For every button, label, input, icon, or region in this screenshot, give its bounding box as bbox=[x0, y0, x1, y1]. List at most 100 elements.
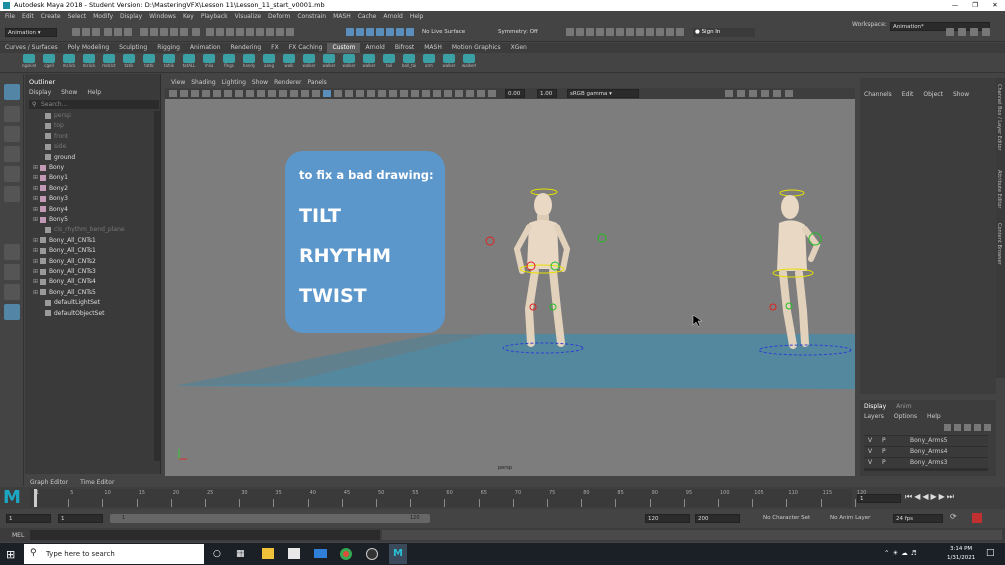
shelf-tab[interactable]: Animation bbox=[185, 43, 226, 53]
windows-start-icon[interactable]: ⊞ bbox=[6, 548, 15, 561]
playback-start-field[interactable]: 1 bbox=[58, 514, 103, 523]
playback-controls[interactable]: ⏮◀◀▶▶⏭ bbox=[905, 492, 1000, 502]
scale-tool-icon[interactable] bbox=[4, 186, 20, 202]
start-frame-field[interactable]: 1 bbox=[6, 514, 51, 523]
layer-action-icon[interactable] bbox=[974, 424, 981, 431]
layout-single-icon[interactable] bbox=[4, 244, 20, 260]
viewport-tool-icon[interactable] bbox=[422, 90, 430, 97]
menu-file[interactable]: File bbox=[5, 13, 15, 20]
expand-plus-icon[interactable]: ⊞ bbox=[33, 174, 40, 181]
toolbar-tool-icon[interactable] bbox=[114, 28, 122, 36]
shelf-button[interactable]: mclick bbox=[82, 54, 96, 72]
character-bony-side[interactable] bbox=[758, 189, 852, 356]
shelf-button[interactable]: flngs bbox=[222, 54, 236, 72]
viewport-tool-icon[interactable] bbox=[246, 90, 254, 97]
expand-plus-icon[interactable]: ⊞ bbox=[33, 289, 40, 296]
menu-select[interactable]: Select bbox=[68, 13, 87, 20]
outliner-item[interactable]: ⊞ Bony3 bbox=[25, 194, 153, 204]
menu-modify[interactable]: Modify bbox=[93, 13, 113, 20]
viewport-tool-icon[interactable] bbox=[466, 90, 474, 97]
menu-edit[interactable]: Edit bbox=[22, 13, 34, 20]
toolbar-tool-icon[interactable] bbox=[124, 28, 132, 36]
viewport-tool-icon[interactable] bbox=[455, 90, 463, 97]
shelf-tab[interactable]: Arnold bbox=[360, 43, 389, 53]
shelf-tab[interactable]: Poly Modeling bbox=[63, 43, 115, 53]
lasso-tool-icon[interactable] bbox=[4, 106, 20, 122]
shelf-button[interactable]: mdclct bbox=[102, 54, 116, 72]
shelf-button[interactable]: walker bbox=[322, 54, 336, 72]
side-tab-content-browser[interactable]: Content Browser bbox=[996, 223, 1002, 265]
layer-row[interactable]: V P Bony_Arms5 bbox=[864, 436, 988, 446]
viewport-tool-icon[interactable] bbox=[773, 90, 781, 97]
toolbar-tool-icon[interactable] bbox=[576, 28, 584, 36]
toolbar-tool-icon[interactable] bbox=[180, 28, 188, 36]
store-icon[interactable] bbox=[288, 548, 300, 559]
viewport-tool-icon[interactable] bbox=[169, 90, 177, 97]
menu-help[interactable]: Help bbox=[410, 13, 424, 20]
expand-plus-icon[interactable]: ⊞ bbox=[33, 237, 40, 244]
menu-display[interactable]: Display bbox=[120, 13, 142, 20]
viewport-tool-icon[interactable] bbox=[785, 90, 793, 97]
shelf-tab[interactable]: FX bbox=[266, 43, 284, 53]
paint-tool-icon[interactable] bbox=[4, 126, 20, 142]
expand-plus-icon[interactable]: ⊞ bbox=[33, 195, 40, 202]
outliner-item[interactable]: ground bbox=[25, 153, 153, 163]
viewport-tool-icon[interactable] bbox=[279, 90, 287, 97]
layer-playback-toggle[interactable]: P bbox=[882, 458, 886, 468]
layer-menu-item[interactable]: Layers bbox=[864, 413, 884, 420]
toolbar-tool-icon[interactable] bbox=[676, 28, 684, 36]
shelf-button[interactable]: walker bbox=[302, 54, 316, 72]
end-frame-field[interactable]: 200 bbox=[695, 514, 740, 523]
fps-dropdown[interactable]: 24 fps bbox=[893, 514, 943, 523]
toolbar-tool-icon[interactable] bbox=[276, 28, 284, 36]
taskbar-search[interactable]: Type here to search bbox=[24, 544, 204, 564]
chrome-icon[interactable] bbox=[340, 548, 352, 560]
symmetry-field[interactable]: Symmetry: Off bbox=[496, 28, 551, 37]
toolbar-tool-icon[interactable] bbox=[160, 28, 168, 36]
viewport-tool-icon[interactable] bbox=[444, 90, 452, 97]
shelf-button[interactable]: tattk bbox=[142, 54, 156, 72]
select-tool-icon[interactable] bbox=[4, 84, 20, 100]
current-frame-marker[interactable] bbox=[34, 489, 37, 507]
shelf-button[interactable]: walk bbox=[282, 54, 296, 72]
outliner-item[interactable]: ⊞ Bony2 bbox=[25, 184, 153, 194]
toolbar-tool-icon[interactable] bbox=[266, 28, 274, 36]
minimize-icon[interactable]: — bbox=[945, 0, 965, 11]
viewport-tool-icon[interactable] bbox=[737, 90, 745, 97]
range-bar[interactable]: 1 120 bbox=[110, 514, 430, 523]
viewport-tool-icon[interactable] bbox=[345, 90, 353, 97]
toolbar-tool-icon[interactable] bbox=[566, 28, 574, 36]
playback-end-field[interactable]: 120 bbox=[645, 514, 690, 523]
toolbar-tool-icon[interactable] bbox=[406, 28, 414, 36]
toolbar-tool-icon[interactable] bbox=[236, 28, 244, 36]
shelf-tab[interactable]: FX Caching bbox=[284, 43, 328, 53]
shelf-tab[interactable]: Rigging bbox=[152, 43, 185, 53]
outliner-item[interactable]: persp bbox=[25, 111, 153, 121]
timeline-track[interactable]: 1 5 10 15 20 25 30 35 40 45 50 55 60 65 70 75 80 85 90 95 10… bbox=[30, 489, 866, 507]
layer-menu-item[interactable]: Help bbox=[927, 413, 941, 420]
clock-time[interactable]: 3:14 PM bbox=[950, 546, 972, 552]
toolbar-tool-icon[interactable] bbox=[140, 28, 148, 36]
colorspace-dropdown[interactable]: sRGB gamma ▾ bbox=[567, 89, 639, 98]
toolbar-tool-icon[interactable] bbox=[82, 28, 90, 36]
menu-create[interactable]: Create bbox=[41, 13, 61, 20]
toolbar-tool-icon[interactable] bbox=[586, 28, 594, 36]
viewport-menu-item[interactable]: Lighting bbox=[222, 79, 246, 86]
shelf-button[interactable]: tatlik bbox=[162, 54, 176, 72]
shelf-button[interactable]: handy bbox=[242, 54, 256, 72]
restore-icon[interactable]: ❐ bbox=[965, 0, 985, 11]
layout-four-icon[interactable] bbox=[4, 264, 20, 280]
viewport-tool-icon[interactable] bbox=[749, 90, 757, 97]
file-explorer-icon[interactable] bbox=[262, 548, 274, 559]
editor-tab[interactable]: Graph Editor bbox=[30, 479, 68, 486]
toolbar-tool-icon[interactable] bbox=[970, 28, 978, 36]
exposure-field[interactable]: 0.00 bbox=[505, 89, 525, 98]
viewport-tool-icon[interactable] bbox=[367, 90, 375, 97]
layer-visibility-toggle[interactable]: V bbox=[868, 458, 872, 468]
mail-icon[interactable] bbox=[314, 549, 327, 558]
toolbar-tool-icon[interactable] bbox=[656, 28, 664, 36]
shelf-button[interactable]: tatik bbox=[122, 54, 136, 72]
toolbar-tool-icon[interactable] bbox=[646, 28, 654, 36]
menu-constrain[interactable]: Constrain bbox=[297, 13, 326, 20]
shelf-button[interactable]: cgell bbox=[42, 54, 56, 72]
